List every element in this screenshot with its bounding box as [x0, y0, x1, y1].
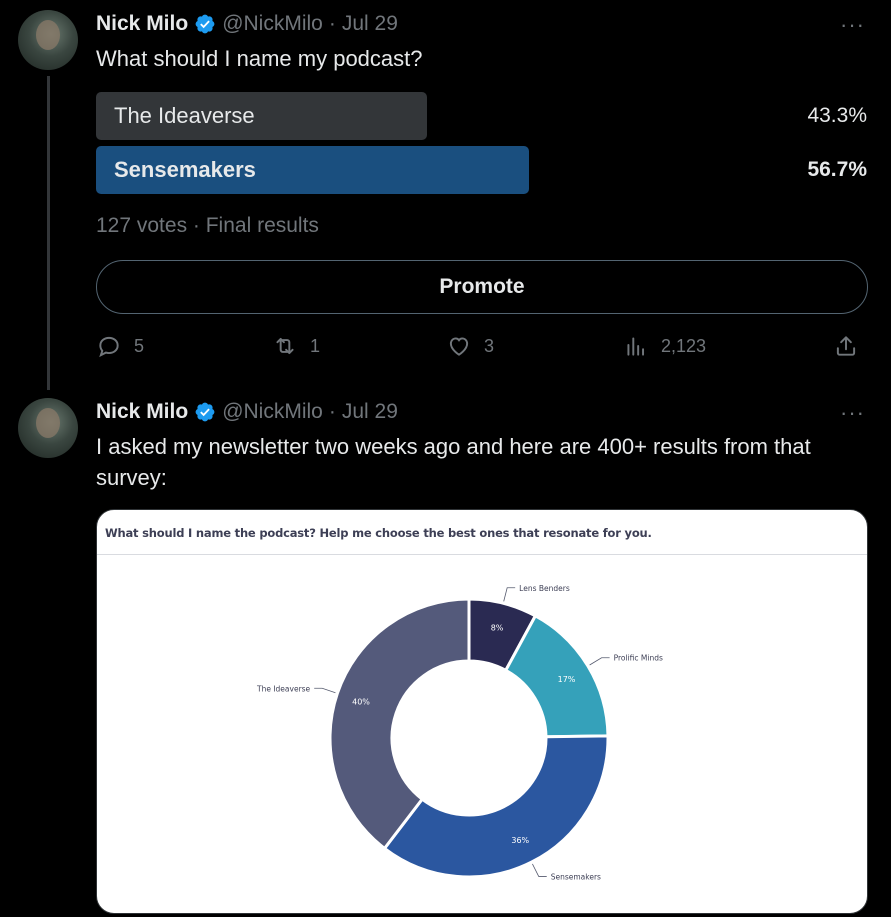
- share-icon: [833, 333, 859, 359]
- slice-percent-label: 17%: [558, 675, 576, 684]
- thread-line: [47, 76, 50, 390]
- poll-option-bar: The Ideaverse: [96, 92, 427, 140]
- like-count: 3: [484, 335, 495, 356]
- tweet-image[interactable]: What should I name the podcast? Help me …: [96, 509, 868, 914]
- author-name[interactable]: Nick Milo: [96, 12, 188, 36]
- action-bar: 5 1 3 2,123: [96, 333, 868, 363]
- retweet-button[interactable]: 1: [272, 333, 320, 359]
- slice-category-label: Sensemakers: [551, 872, 601, 881]
- tweet-text: What should I name my podcast?: [96, 46, 423, 71]
- promote-button[interactable]: Promote: [96, 260, 868, 314]
- poll-meta: 127 votes · Final results: [96, 214, 319, 237]
- reply-count: 5: [134, 335, 145, 356]
- callout-line: [589, 657, 610, 666]
- verified-badge-icon: [194, 13, 216, 35]
- view-count: 2,123: [661, 335, 707, 356]
- poll-option-label: The Ideaverse: [114, 103, 255, 128]
- poll-option-percent: 56.7%: [807, 158, 867, 181]
- analytics-icon: [623, 333, 649, 359]
- slice-percent-label: 8%: [491, 624, 504, 633]
- poll-option-percent: 43.3%: [807, 104, 867, 127]
- poll-option-bar-winner: Sensemakers: [96, 146, 529, 194]
- author-name[interactable]: Nick Milo: [96, 400, 188, 424]
- reply-icon: [96, 333, 122, 359]
- avatar[interactable]: [18, 398, 78, 458]
- author-handle[interactable]: @NickMilo: [222, 400, 323, 424]
- share-button[interactable]: [833, 333, 859, 359]
- separator-dot: ·: [328, 400, 336, 423]
- reply-button[interactable]: 5: [96, 333, 144, 359]
- slice-category-label: Lens Benders: [519, 584, 570, 593]
- tweet-date[interactable]: Jul 29: [342, 12, 398, 36]
- avatar[interactable]: [18, 10, 78, 70]
- slice-category-label: The Ideaverse: [256, 684, 311, 693]
- tweet-text: I asked my newsletter two weeks ago and …: [96, 434, 811, 490]
- separator-dot: ·: [328, 12, 336, 35]
- callout-line: [532, 863, 547, 877]
- slice-percent-label: 36%: [511, 836, 529, 845]
- more-options-icon[interactable]: ···: [840, 402, 865, 424]
- verified-badge-icon: [194, 401, 216, 423]
- tweet-header: Nick Milo @NickMilo · Jul 29: [96, 398, 398, 426]
- callout-line: [314, 687, 336, 694]
- views-button[interactable]: 2,123: [623, 333, 706, 359]
- poll-option-label: Sensemakers: [114, 157, 256, 182]
- like-button[interactable]: 3: [446, 333, 494, 359]
- tweet-header: Nick Milo @NickMilo · Jul 29: [96, 10, 398, 38]
- heart-icon: [446, 333, 472, 359]
- donut-chart: 8% Lens Benders 17% Prolific Minds 36% Sensem…: [256, 584, 663, 882]
- callout-line: [503, 587, 516, 602]
- slice-percent-label: 40%: [352, 697, 370, 706]
- retweet-count: 1: [310, 335, 321, 356]
- author-handle[interactable]: @NickMilo: [222, 12, 323, 36]
- slice-category-label: Prolific Minds: [614, 654, 663, 663]
- retweet-icon: [272, 333, 298, 359]
- tweet-date[interactable]: Jul 29: [342, 400, 398, 424]
- more-options-icon[interactable]: ···: [840, 14, 865, 36]
